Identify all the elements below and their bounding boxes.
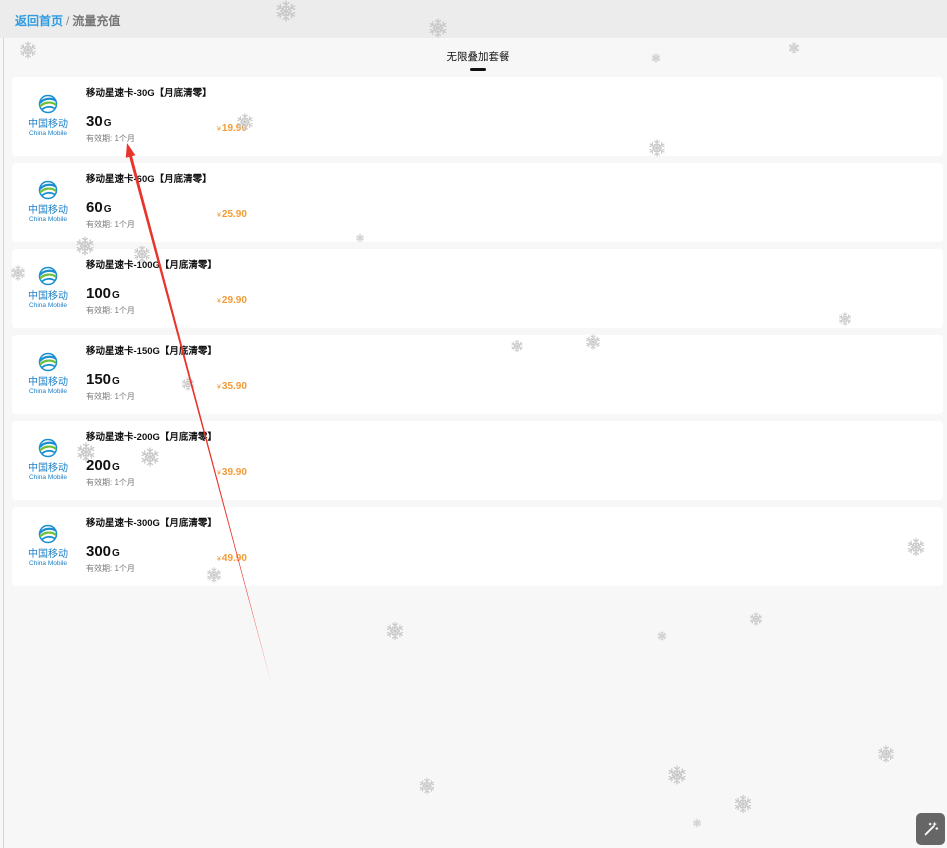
china-mobile-logo-icon [38, 94, 58, 114]
package-validity: 有效期: 1个月 [86, 478, 135, 487]
package-validity: 有效期: 1个月 [86, 306, 135, 315]
carrier-logo-name-en: China Mobile [29, 302, 67, 309]
package-amount-unit: G [112, 548, 120, 559]
package-data-amount: 30G [86, 113, 111, 133]
carrier-logo-name-en: China Mobile [29, 474, 67, 481]
content-left-border [3, 38, 4, 848]
package-price: ¥25.90 [217, 209, 247, 222]
snowflake-icon [734, 795, 751, 812]
price-value: 19.90 [221, 123, 247, 134]
price-currency: ¥ [217, 298, 221, 305]
snowflake-icon [419, 778, 434, 793]
price-currency: ¥ [217, 470, 221, 477]
package-amount-unit: G [112, 376, 120, 387]
package-price: ¥39.90 [217, 467, 247, 480]
package-title: 移动星速卡-100G【月底清零】 [86, 260, 217, 271]
package-card[interactable]: 中国移动 China Mobile 移动星速卡-300G【月底清零】 300G … [12, 507, 943, 586]
carrier-logo-name-en: China Mobile [29, 560, 67, 567]
package-title: 移动星速卡-60G【月底清零】 [86, 174, 212, 185]
carrier-logo-name-en: China Mobile [29, 388, 67, 395]
package-title: 移动星速卡-150G【月底清零】 [86, 346, 217, 357]
package-title: 移动星速卡-30G【月底清零】 [86, 88, 212, 99]
package-amount-number: 200 [86, 457, 112, 474]
price-value: 49.90 [221, 553, 247, 564]
package-title: 移动星速卡-300G【月底清零】 [86, 518, 217, 529]
package-price: ¥29.90 [217, 295, 247, 308]
package-data-amount: 150G [86, 371, 120, 391]
package-data-amount: 60G [86, 199, 111, 219]
package-amount-unit: G [112, 290, 120, 301]
china-mobile-logo-icon [38, 266, 58, 286]
china-mobile-logo-icon [38, 438, 58, 458]
package-card[interactable]: 中国移动 China Mobile 移动星速卡-150G【月底清零】 150G … [12, 335, 943, 414]
magic-wand-button[interactable] [916, 813, 945, 845]
china-mobile-logo-icon [38, 524, 58, 544]
package-card[interactable]: 中国移动 China Mobile 移动星速卡-100G【月底清零】 100G … [12, 249, 943, 328]
back-home-link[interactable]: 返回首页 [15, 14, 63, 28]
snowflake-icon [386, 622, 403, 639]
package-data-amount: 200G [86, 457, 120, 477]
package-price: ¥49.90 [217, 553, 247, 566]
package-price: ¥19.90 [217, 123, 247, 136]
carrier-logo-name-en: China Mobile [29, 216, 67, 223]
package-validity: 有效期: 1个月 [86, 392, 135, 401]
price-currency: ¥ [217, 126, 221, 133]
package-amount-number: 100 [86, 285, 112, 302]
price-value: 39.90 [221, 467, 247, 478]
carrier-logo-name-en: China Mobile [29, 130, 67, 137]
package-card[interactable]: 中国移动 China Mobile 移动星速卡-30G【月底清零】 30G 有效… [12, 77, 943, 156]
price-currency: ¥ [217, 556, 221, 563]
package-amount-number: 30 [86, 113, 103, 130]
snowflake-icon [693, 819, 701, 827]
tab-active-indicator [470, 68, 486, 71]
snowflake-icon [750, 613, 763, 626]
breadcrumb-separator: / [66, 14, 70, 28]
package-validity: 有效期: 1个月 [86, 220, 135, 229]
package-title: 移动星速卡-200G【月底清零】 [86, 432, 217, 443]
price-value: 25.90 [221, 209, 247, 220]
package-amount-number: 60 [86, 199, 103, 216]
package-data-amount: 100G [86, 285, 120, 305]
package-amount-unit: G [103, 204, 112, 215]
package-data-amount: 300G [86, 543, 120, 563]
magic-wand-icon [924, 822, 938, 836]
breadcrumb: 返回首页 / 流量充值 [0, 0, 947, 38]
page-title: 流量充值 [72, 14, 121, 28]
package-card[interactable]: 中国移动 China Mobile 移动星速卡-200G【月底清零】 200G … [12, 421, 943, 500]
price-currency: ¥ [217, 384, 221, 391]
tab-bar: 无限叠加套餐 [4, 38, 947, 75]
package-card[interactable]: 中国移动 China Mobile 移动星速卡-60G【月底清零】 60G 有效… [12, 163, 943, 242]
package-validity: 有效期: 1个月 [86, 134, 135, 143]
tab-unlimited-addon-packages[interactable]: 无限叠加套餐 [420, 49, 536, 65]
package-amount-unit: G [103, 118, 112, 129]
package-amount-number: 300 [86, 543, 112, 560]
price-value: 35.90 [221, 381, 247, 392]
package-list: 中国移动 China Mobile 移动星速卡-30G【月底清零】 30G 有效… [12, 77, 943, 593]
snowflake-icon [668, 766, 686, 784]
china-mobile-logo-icon [38, 352, 58, 372]
china-mobile-logo-icon [38, 180, 58, 200]
snowflake-icon [657, 632, 666, 641]
price-value: 29.90 [221, 295, 247, 306]
package-amount-number: 150 [86, 371, 112, 388]
package-amount-unit: G [112, 462, 120, 473]
snowflake-icon [878, 746, 894, 762]
package-validity: 有效期: 1个月 [86, 564, 135, 573]
price-currency: ¥ [217, 212, 221, 219]
package-price: ¥35.90 [217, 381, 247, 394]
